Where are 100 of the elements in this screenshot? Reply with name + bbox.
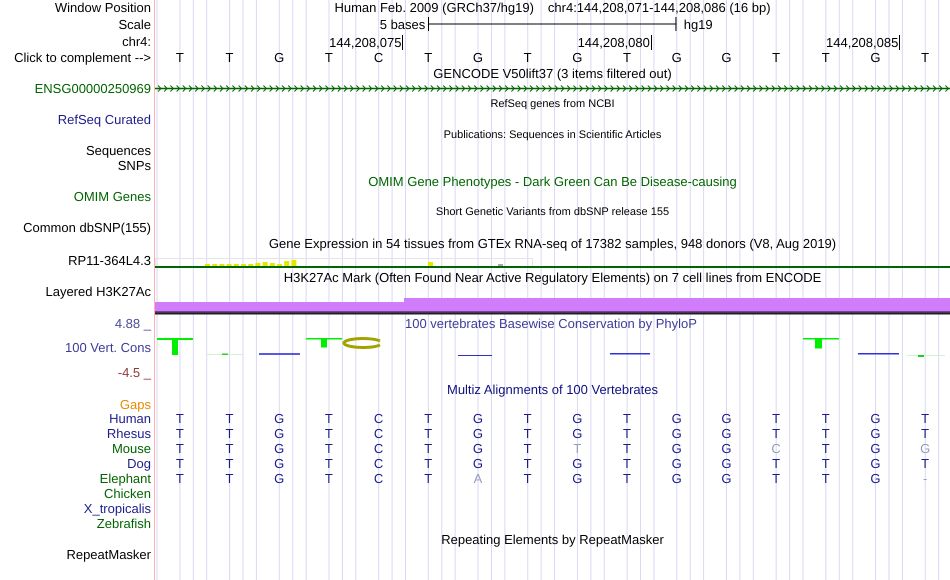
- aligned-base: T: [424, 471, 432, 486]
- position-tick: 144,208,080: [578, 35, 652, 50]
- aligned-base: T: [226, 456, 234, 471]
- track-label[interactable]: SNPs: [118, 159, 151, 172]
- track-label[interactable]: ENSG00000250969: [34, 82, 151, 95]
- track-label[interactable]: OMIM Genes: [74, 190, 151, 203]
- sequence-base: G: [572, 50, 582, 65]
- aligned-base: T: [623, 441, 631, 456]
- aligned-base: T: [524, 441, 532, 456]
- track-label[interactable]: chr4:: [122, 35, 151, 48]
- track-title: Publications: Sequences in Scientific Articles: [444, 130, 662, 140]
- aligned-base: G: [572, 426, 582, 441]
- aligned-base: G: [572, 456, 582, 471]
- signal-bar-drawing[interactable]: [155, 297, 950, 315]
- aligned-base: T: [822, 471, 830, 486]
- aligned-base: -: [922, 471, 928, 486]
- aligned-base: T: [226, 426, 234, 441]
- sequence-base: C: [374, 50, 384, 65]
- aligned-base: G: [274, 426, 284, 441]
- aligned-base: T: [623, 411, 631, 426]
- position-title: chr4:144,208,071-144,208,086 (16 bp): [548, 1, 771, 14]
- aligned-base: G: [672, 441, 682, 456]
- aligned-base: G: [870, 456, 881, 471]
- aligned-base: T: [772, 456, 780, 471]
- aligned-base: G: [274, 456, 284, 471]
- aligned-base: G: [721, 456, 732, 471]
- track-label[interactable]: RepeatMasker: [66, 548, 151, 561]
- track-title: Multiz Alignments of 100 Vertebrates: [446, 382, 658, 396]
- track-label[interactable]: RefSeq Curated: [58, 113, 151, 126]
- track-label[interactable]: Common dbSNP(155): [23, 221, 151, 234]
- aligned-base: G: [672, 471, 682, 486]
- aligned-base: G: [472, 426, 484, 441]
- track-title: Short Genetic Variants from dbSNP release 155: [436, 206, 670, 218]
- aligned-base: T: [324, 456, 333, 471]
- aligned-base: C: [771, 441, 781, 456]
- track-label[interactable]: Window Position: [54, 1, 151, 14]
- sequence-base: G: [274, 50, 284, 65]
- aligned-base: G: [572, 411, 582, 426]
- aligned-base: G: [870, 411, 881, 426]
- aligned-base: G: [572, 471, 582, 486]
- species-label[interactable]: Rhesus: [106, 427, 151, 440]
- sequence-base: T: [623, 50, 631, 65]
- sequence-base: G: [672, 50, 682, 65]
- aligned-base: G: [472, 456, 484, 471]
- track-title: 100 vertebrates Basewise Conservation by PhyloP: [405, 316, 697, 330]
- aligned-base: T: [822, 411, 830, 426]
- aligned-base: C: [374, 411, 384, 426]
- species-label[interactable]: Chicken: [104, 487, 151, 500]
- sequence-base: T: [424, 50, 432, 65]
- aligned-base: T: [324, 426, 333, 441]
- aligned-base: G: [870, 426, 881, 441]
- sequence-base: T: [822, 50, 830, 65]
- aligned-base: C: [374, 426, 384, 441]
- species-label[interactable]: Dog: [127, 457, 151, 470]
- species-label[interactable]: Mouse: [112, 442, 151, 455]
- aligned-base: G: [472, 441, 484, 456]
- aligned-base: T: [176, 441, 184, 456]
- aligned-base: C: [374, 471, 384, 486]
- track-title: Gene Expression in 54 tissues from GTEx RNA-seq of 17382 samples, 948 donors (V8, Aug 2019): [268, 236, 836, 250]
- track-label[interactable]: 100 Vert. Cons: [65, 340, 151, 354]
- aligned-base: T: [623, 426, 631, 441]
- aligned-base: G: [672, 456, 682, 471]
- aligned-base: G: [721, 411, 732, 426]
- aligned-base: T: [424, 426, 432, 441]
- aligned-base: T: [424, 441, 432, 456]
- track-label[interactable]: Scale: [118, 18, 151, 30]
- aligned-base: T: [623, 471, 631, 486]
- track-label[interactable]: RP11-364L4.3: [68, 254, 151, 266]
- aligned-base: T: [772, 411, 780, 426]
- assembly-title: Human Feb. 2009 (GRCh37/hg19): [334, 1, 534, 14]
- aligned-base: T: [772, 471, 780, 486]
- axis-min-label[interactable]: -4.5 _: [118, 366, 151, 378]
- axis-max-label[interactable]: 4.88 _: [114, 316, 151, 330]
- aligned-base: T: [921, 456, 930, 471]
- aligned-base: G: [672, 426, 682, 441]
- assembly-label: hg19: [684, 16, 713, 32]
- aligned-base: T: [623, 456, 631, 471]
- sequence-base: T: [226, 50, 234, 65]
- aligned-base: T: [573, 441, 582, 456]
- track-title: Repeating Elements by RepeatMasker: [441, 532, 664, 546]
- sequence-base: T: [324, 50, 333, 65]
- species-label[interactable]: Human: [109, 412, 151, 425]
- aligned-base: T: [176, 426, 184, 441]
- species-label[interactable]: Elephant: [100, 472, 151, 485]
- aligned-base: G: [274, 411, 284, 426]
- aligned-base: G: [870, 441, 881, 456]
- position-tick: 144,208,075: [329, 35, 404, 50]
- aligned-base: G: [472, 411, 484, 426]
- aligned-base: G: [721, 441, 732, 456]
- aligned-base: G: [274, 441, 284, 456]
- species-label[interactable]: Zebrafish: [96, 517, 151, 530]
- aligned-base: T: [176, 411, 184, 426]
- track-label[interactable]: Layered H3K27Ac: [45, 284, 151, 298]
- aligned-base: T: [424, 456, 432, 471]
- aligned-base: T: [822, 426, 830, 441]
- track-label[interactable]: Sequences: [86, 144, 151, 157]
- position-tick: 144,208,085: [826, 35, 900, 50]
- aligned-base: G: [870, 471, 881, 486]
- complement-link[interactable]: Click to complement -->: [14, 51, 151, 64]
- species-label[interactable]: X_tropicalis: [84, 502, 151, 515]
